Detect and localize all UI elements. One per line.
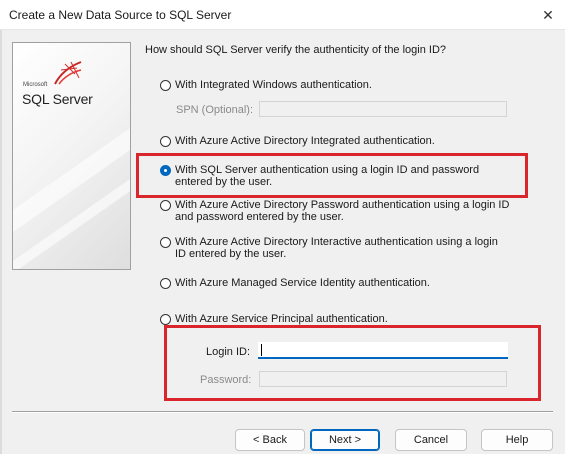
separator-highlight <box>12 412 553 413</box>
sql-server-logo-panel: Microsoft SQL Server <box>12 42 131 270</box>
next-button[interactable]: Next > <box>310 429 380 451</box>
option-aad-password[interactable]: With Azure Active Directory Password aut… <box>160 199 510 223</box>
option-integrated-windows[interactable]: With Integrated Windows authentication. <box>160 79 372 91</box>
window-edge <box>0 30 2 454</box>
option-label: With Azure Managed Service Identity auth… <box>175 277 430 289</box>
option-service-principal[interactable]: With Azure Service Principal authenticat… <box>160 313 388 325</box>
password-input[interactable] <box>259 371 507 387</box>
option-label: With Azure Active Directory Integrated a… <box>175 135 435 147</box>
radio-button[interactable] <box>160 278 171 289</box>
radio-button[interactable] <box>160 237 171 248</box>
spn-input[interactable] <box>259 101 507 117</box>
title-bar: Create a New Data Source to SQL Server ✕ <box>0 0 565 30</box>
option-label: With Azure Active Directory Password aut… <box>175 199 510 223</box>
option-label: With Azure Active Directory Interactive … <box>175 236 498 260</box>
radio-button[interactable] <box>160 200 171 211</box>
window-title: Create a New Data Source to SQL Server <box>9 8 232 22</box>
help-button[interactable]: Help <box>481 429 553 451</box>
text-caret <box>261 344 262 356</box>
auth-question: How should SQL Server verify the authent… <box>145 44 447 56</box>
option-aad-integrated[interactable]: With Azure Active Directory Integrated a… <box>160 135 435 147</box>
spn-label: SPN (Optional): <box>176 104 254 116</box>
option-aad-interactive[interactable]: With Azure Active Directory Interactive … <box>160 236 510 260</box>
radio-button[interactable] <box>160 136 171 147</box>
option-label: With Azure Service Principal authenticat… <box>175 313 388 325</box>
login-id-label: Login ID: <box>206 346 251 358</box>
option-managed-identity[interactable]: With Azure Managed Service Identity auth… <box>160 277 430 289</box>
login-id-input[interactable] <box>258 342 508 359</box>
cancel-button[interactable]: Cancel <box>395 429 467 451</box>
option-sql-server-auth[interactable]: With SQL Server authentication using a l… <box>160 164 512 188</box>
option-label: With Integrated Windows authentication. <box>175 79 372 91</box>
close-icon[interactable]: ✕ <box>531 0 565 30</box>
radio-button-selected[interactable] <box>160 165 171 176</box>
back-button[interactable]: < Back <box>235 429 305 451</box>
password-label: Password: <box>200 374 252 386</box>
option-label: With SQL Server authentication using a l… <box>175 164 480 188</box>
radio-button[interactable] <box>160 314 171 325</box>
logo-microsoft-text: Microsoft <box>23 82 48 88</box>
sql-server-logo-icon <box>54 61 82 85</box>
logo-product-text: SQL Server <box>22 91 93 107</box>
radio-button[interactable] <box>160 80 171 91</box>
